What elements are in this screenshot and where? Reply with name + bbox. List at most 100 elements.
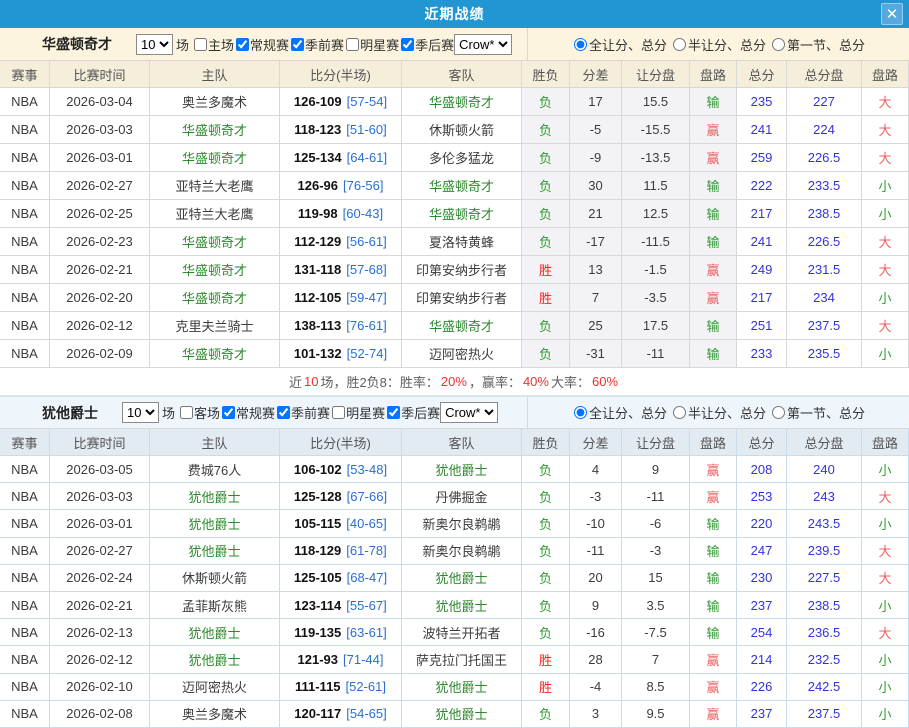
season-filter-checkbox-0[interactable] bbox=[180, 406, 193, 419]
cell-away-team: 迈阿密热火 bbox=[402, 340, 522, 368]
full-score: 123-114 bbox=[294, 598, 341, 613]
source-select[interactable]: Crow* bbox=[454, 34, 512, 55]
season-filter-option[interactable]: 季后赛 bbox=[385, 403, 440, 422]
cell-home-team: 犹他爵士 bbox=[150, 646, 280, 673]
season-filter-option[interactable]: 客场 bbox=[178, 403, 220, 422]
cell-point-diff: -4 bbox=[570, 674, 622, 701]
column-header: 比分(半场) bbox=[280, 429, 402, 456]
cell-score: 105-115[40-65] bbox=[280, 510, 402, 537]
cell-date: 2026-02-10 bbox=[50, 674, 150, 701]
line-type-label: 半让分、总分 bbox=[688, 403, 766, 422]
games-count-select[interactable]: 10 bbox=[136, 34, 173, 55]
cell-away-team: 犹他爵士 bbox=[402, 674, 522, 701]
column-header: 赛事 bbox=[0, 61, 50, 88]
cell-handicap: 15.5 bbox=[622, 88, 690, 116]
full-score: 131-118 bbox=[294, 262, 341, 277]
line-type-option[interactable]: 全让分、总分 bbox=[570, 35, 667, 54]
cell-total-result: 大 bbox=[862, 228, 909, 256]
season-filter-checkbox-3[interactable] bbox=[346, 38, 359, 51]
season-filter-checkbox-2[interactable] bbox=[277, 406, 290, 419]
line-type-radio-2[interactable] bbox=[772, 38, 785, 51]
full-score: 119-135 bbox=[294, 625, 341, 640]
line-type-radio-1[interactable] bbox=[673, 38, 686, 51]
season-filter-checkbox-3[interactable] bbox=[332, 406, 345, 419]
half-score: [67-66] bbox=[347, 489, 387, 504]
table-row: NBA2026-02-12克里夫兰骑士138-113[76-61]华盛顿奇才负2… bbox=[0, 312, 909, 340]
cell-league: NBA bbox=[0, 538, 50, 565]
line-type-option[interactable]: 全让分、总分 bbox=[570, 403, 667, 422]
cell-total-line: 237.5 bbox=[787, 312, 862, 340]
cell-point-diff: -16 bbox=[570, 619, 622, 646]
line-type-option[interactable]: 半让分、总分 bbox=[669, 403, 766, 422]
cell-result: 负 bbox=[522, 483, 570, 510]
line-type-option[interactable]: 第一节、总分 bbox=[768, 403, 865, 422]
cell-total-result: 大 bbox=[862, 312, 909, 340]
cell-away-team: 新奥尔良鹈鹕 bbox=[402, 510, 522, 537]
cell-away-team: 丹佛掘金 bbox=[402, 483, 522, 510]
line-type-radio-0[interactable] bbox=[574, 38, 587, 51]
season-filter-checkbox-1[interactable] bbox=[236, 38, 249, 51]
season-filter-option[interactable]: 季前赛 bbox=[275, 403, 330, 422]
games-count-select[interactable]: 10 bbox=[122, 402, 159, 423]
cell-league: NBA bbox=[0, 592, 50, 619]
cell-total: 241 bbox=[737, 228, 787, 256]
cell-total-line: 243 bbox=[787, 483, 862, 510]
season-filter-checkbox-0[interactable] bbox=[194, 38, 207, 51]
summary-row: 近 10 场，胜2负8：胜率：20%，赢率：40% 大率：60% bbox=[0, 368, 909, 396]
season-filters: 客场常规赛季前赛明星赛季后赛 bbox=[178, 403, 440, 422]
season-filter-checkbox-2[interactable] bbox=[291, 38, 304, 51]
source-select[interactable]: Crow* bbox=[440, 402, 498, 423]
close-button[interactable]: ✕ bbox=[881, 3, 903, 25]
season-filter-option[interactable]: 明星赛 bbox=[344, 35, 399, 54]
line-type-radio-0[interactable] bbox=[574, 406, 587, 419]
cell-point-diff: 21 bbox=[570, 200, 622, 228]
season-filter-checkbox-1[interactable] bbox=[222, 406, 235, 419]
cell-point-diff: -3 bbox=[570, 483, 622, 510]
cell-result: 负 bbox=[522, 172, 570, 200]
cell-total-line: 231.5 bbox=[787, 256, 862, 284]
half-score: [52-61] bbox=[346, 679, 386, 694]
cell-point-diff: 9 bbox=[570, 592, 622, 619]
cell-league: NBA bbox=[0, 340, 50, 368]
cell-league: NBA bbox=[0, 88, 50, 116]
season-filter-option[interactable]: 常规赛 bbox=[220, 403, 275, 422]
line-type-radio-2[interactable] bbox=[772, 406, 785, 419]
cell-total-line: 226.5 bbox=[787, 228, 862, 256]
cell-total-result: 小 bbox=[862, 284, 909, 312]
season-filter-checkbox-4[interactable] bbox=[387, 406, 400, 419]
season-filter-label: 明星赛 bbox=[360, 35, 399, 54]
cell-home-team: 华盛顿奇才 bbox=[150, 340, 280, 368]
season-filter-label: 常规赛 bbox=[236, 403, 275, 422]
cell-result: 负 bbox=[522, 144, 570, 172]
column-header: 比赛时间 bbox=[50, 429, 150, 456]
cell-total-line: 234 bbox=[787, 284, 862, 312]
line-type-label: 半让分、总分 bbox=[688, 35, 766, 54]
cell-date: 2026-03-01 bbox=[50, 510, 150, 537]
season-filter-label: 主场 bbox=[208, 35, 234, 54]
cell-home-team: 亚特兰大老鹰 bbox=[150, 200, 280, 228]
cell-score: 120-117[54-65] bbox=[280, 701, 402, 728]
cell-handicap-result: 输 bbox=[690, 510, 737, 537]
line-type-option[interactable]: 半让分、总分 bbox=[669, 35, 766, 54]
cell-date: 2026-02-27 bbox=[50, 172, 150, 200]
season-filter-option[interactable]: 明星赛 bbox=[330, 403, 385, 422]
season-filter-option[interactable]: 主场 bbox=[192, 35, 234, 54]
cell-score: 112-105[59-47] bbox=[280, 284, 402, 312]
cell-total-line: 226.5 bbox=[787, 144, 862, 172]
cell-date: 2026-02-27 bbox=[50, 538, 150, 565]
season-filter-checkbox-4[interactable] bbox=[401, 38, 414, 51]
table-row: NBA2026-02-12犹他爵士121-93[71-44]萨克拉门托国王胜28… bbox=[0, 646, 909, 673]
cell-away-team: 印第安纳步行者 bbox=[402, 256, 522, 284]
games-suffix-label: 场 bbox=[162, 403, 175, 422]
cell-handicap-result: 赢 bbox=[690, 646, 737, 673]
cell-home-team: 华盛顿奇才 bbox=[150, 228, 280, 256]
cell-date: 2026-02-20 bbox=[50, 284, 150, 312]
line-type-radio-1[interactable] bbox=[673, 406, 686, 419]
summary-value: 10 bbox=[304, 374, 318, 389]
line-type-option[interactable]: 第一节、总分 bbox=[768, 35, 865, 54]
cell-away-team: 印第安纳步行者 bbox=[402, 284, 522, 312]
season-filter-option[interactable]: 季前赛 bbox=[289, 35, 344, 54]
cell-league: NBA bbox=[0, 483, 50, 510]
season-filter-option[interactable]: 常规赛 bbox=[234, 35, 289, 54]
season-filter-option[interactable]: 季后赛 bbox=[399, 35, 454, 54]
